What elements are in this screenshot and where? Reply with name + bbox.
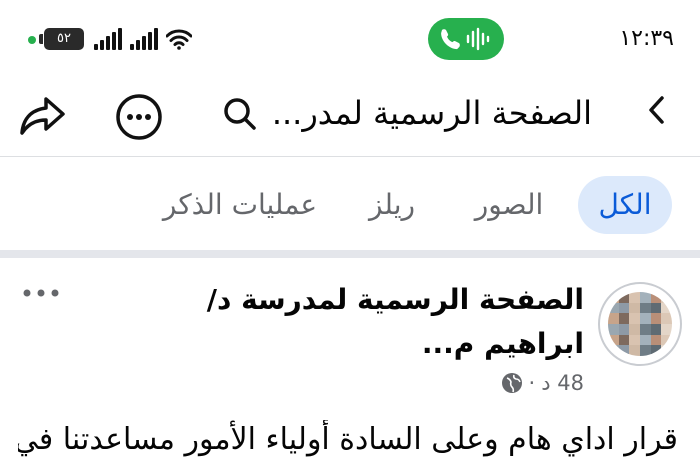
avatar-tile bbox=[650, 292, 662, 303]
avatar-tile bbox=[661, 345, 672, 356]
tab-all[interactable]: الكل bbox=[578, 176, 672, 234]
avatar-tile bbox=[661, 334, 672, 346]
avatar-tile bbox=[640, 302, 651, 314]
section-divider bbox=[0, 250, 700, 258]
avatar-tile bbox=[629, 345, 640, 356]
avatar-tile bbox=[608, 345, 619, 356]
avatar-tile bbox=[640, 292, 651, 303]
avatar-tile bbox=[629, 323, 640, 335]
header-divider bbox=[0, 156, 700, 157]
avatar-tile bbox=[618, 313, 630, 324]
avatar-tile bbox=[608, 313, 619, 324]
avatar-photo-collage bbox=[608, 292, 672, 356]
avatar-tile bbox=[629, 302, 640, 314]
tab-mentions[interactable]: عمليات الذكر bbox=[160, 176, 320, 234]
search-icon[interactable] bbox=[220, 94, 260, 134]
signal-icon bbox=[94, 28, 124, 50]
avatar-tile bbox=[661, 302, 672, 314]
avatar-tile bbox=[650, 313, 662, 324]
avatar-tile bbox=[608, 334, 619, 346]
avatar-tile bbox=[629, 313, 640, 324]
tab-photos[interactable]: الصور bbox=[470, 176, 548, 234]
more-icon[interactable] bbox=[114, 92, 164, 142]
ongoing-call-pill[interactable] bbox=[428, 18, 504, 60]
avatar-tile bbox=[661, 323, 672, 335]
avatar-tile bbox=[618, 334, 630, 346]
avatar-tile bbox=[618, 345, 630, 356]
avatar-tile bbox=[640, 345, 651, 356]
avatar-tile bbox=[608, 292, 619, 303]
avatar-tile bbox=[650, 334, 662, 346]
globe-icon bbox=[501, 373, 522, 393]
battery-cap bbox=[39, 34, 43, 44]
chevron-left-icon[interactable] bbox=[642, 90, 672, 130]
battery-icon: ٥٢ bbox=[44, 28, 84, 50]
avatar-tile bbox=[618, 292, 630, 303]
tab-reels[interactable]: ريلز bbox=[360, 176, 424, 234]
avatar-tile bbox=[650, 345, 662, 356]
recording-dot bbox=[28, 36, 36, 44]
status-time: ١٢:٣٩ bbox=[619, 26, 674, 51]
wifi-icon bbox=[166, 29, 192, 50]
post-meta: 48 د · bbox=[501, 368, 584, 398]
avatar-tile bbox=[661, 292, 672, 303]
avatar-tile bbox=[640, 323, 651, 335]
avatar-tile bbox=[650, 302, 662, 314]
signal-icon-2 bbox=[130, 28, 160, 50]
phone-icon bbox=[441, 27, 490, 51]
avatar-tile bbox=[650, 323, 662, 335]
post-text: قرار اداي هام وعلى السادة أولياء الأمور … bbox=[18, 422, 678, 457]
avatar-tile bbox=[608, 323, 619, 335]
meta-separator: · bbox=[528, 371, 536, 395]
share-icon[interactable] bbox=[16, 92, 68, 140]
avatar-tile bbox=[640, 334, 651, 346]
avatar-tile bbox=[661, 313, 672, 324]
avatar-tile bbox=[618, 323, 630, 335]
post-options-icon[interactable] bbox=[20, 285, 62, 301]
avatar-tile bbox=[618, 302, 630, 314]
post-author[interactable]: الصفحة الرسمية لمدرسة د/ابراهيم م... bbox=[134, 278, 584, 366]
avatar[interactable] bbox=[598, 282, 682, 366]
avatar-tile bbox=[629, 292, 640, 303]
avatar-tile bbox=[608, 302, 619, 314]
avatar-tile bbox=[629, 334, 640, 346]
page-title: الصفحة الرسمية لمدر... bbox=[271, 94, 592, 132]
avatar-tile bbox=[640, 313, 651, 324]
post-time[interactable]: 48 د bbox=[541, 371, 584, 395]
